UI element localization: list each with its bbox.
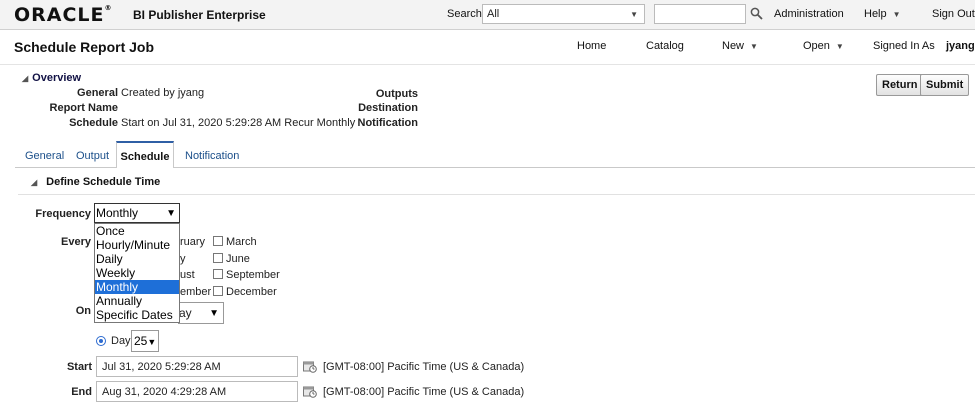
outputs-label: Outputs: [375, 88, 418, 100]
calendar-icon[interactable]: [303, 385, 317, 398]
chevron-down-icon: ▼: [209, 308, 219, 319]
month-june[interactable]: June: [213, 253, 250, 265]
every-label: Every: [61, 236, 91, 248]
help-label: Help: [864, 8, 887, 20]
on-label: On: [75, 305, 91, 317]
define-schedule-heading[interactable]: ◢ Define Schedule Time: [31, 176, 160, 188]
frequency-value: Monthly: [96, 206, 139, 220]
tab-schedule[interactable]: Schedule: [116, 141, 174, 168]
start-datetime-input[interactable]: Jul 31, 2020 5:29:28 AM: [96, 356, 298, 377]
month-may-label: y: [180, 253, 186, 265]
month-november-label: ember: [180, 286, 212, 298]
nav-home[interactable]: Home: [577, 40, 606, 52]
submit-button[interactable]: Submit: [920, 74, 970, 96]
return-button[interactable]: Return: [876, 74, 924, 96]
nav-open[interactable]: Open ▼: [803, 40, 844, 52]
month-august-label: ust: [180, 269, 195, 281]
signed-in-label: Signed In As: [873, 40, 935, 52]
frequency-label: Frequency: [35, 208, 91, 220]
on-day-select[interactable]: ay ▼: [178, 302, 224, 324]
chevron-down-icon: ▼: [835, 42, 844, 51]
month-march[interactable]: March: [213, 236, 257, 248]
month-december-label: December: [226, 286, 277, 298]
start-label: Start: [66, 361, 92, 373]
chevron-down-icon: ▼: [147, 337, 157, 347]
schedule-value: Start on Jul 31, 2020 5:29:28 AM Recur M…: [121, 117, 356, 129]
day-value: 25: [134, 334, 148, 348]
day-radio[interactable]: [96, 336, 106, 346]
page-title: Schedule Report Job: [14, 39, 155, 55]
notification-label: Notification: [357, 117, 419, 129]
frequency-option-annually[interactable]: Annually: [95, 294, 179, 308]
frequency-option-monthly[interactable]: Monthly: [95, 280, 179, 294]
help-menu[interactable]: Help ▼: [864, 8, 901, 20]
tab-output[interactable]: Output: [76, 150, 109, 162]
general-value: Created by jyang: [121, 87, 205, 99]
frequency-option-once[interactable]: Once: [95, 224, 179, 238]
search-icon[interactable]: [750, 7, 763, 23]
search-label: Search: [447, 8, 482, 20]
search-input[interactable]: [654, 4, 746, 24]
overview-heading: Overview: [32, 72, 82, 84]
nav-open-label: Open: [803, 40, 830, 52]
collapse-triangle-icon: ◢: [22, 74, 29, 83]
administration-link[interactable]: Administration: [774, 8, 844, 20]
chevron-down-icon: ▼: [166, 208, 176, 219]
header-divider: [0, 64, 975, 65]
chevron-down-icon: ▼: [630, 10, 638, 19]
end-datetime-input[interactable]: Aug 31, 2020 4:29:28 AM: [96, 381, 298, 402]
oracle-logo: ORACLE®: [14, 4, 113, 26]
general-label: General: [77, 87, 118, 99]
frequency-option-daily[interactable]: Daily: [95, 252, 179, 266]
frequency-option-weekly[interactable]: Weekly: [95, 266, 179, 280]
destination-label: Destination: [358, 102, 418, 114]
start-timezone: [GMT-08:00] Pacific Time (US & Canada): [323, 361, 525, 373]
overview-toggle[interactable]: ◢ Overview: [22, 72, 81, 84]
search-scope-select[interactable]: All ▼: [482, 4, 645, 24]
day-label: Day: [111, 335, 131, 347]
calendar-icon[interactable]: [303, 360, 317, 373]
tab-notification[interactable]: Notification: [185, 150, 239, 162]
nav-new-label: New: [722, 40, 745, 52]
checkbox[interactable]: [213, 253, 223, 263]
define-schedule-title: Define Schedule Time: [46, 176, 161, 188]
end-label: End: [71, 386, 92, 398]
nav-new[interactable]: New ▼: [722, 40, 758, 52]
frequency-option-specific-dates[interactable]: Specific Dates: [95, 308, 179, 322]
search-scope-value: All: [487, 8, 500, 20]
collapse-triangle-icon: ◢: [31, 178, 38, 187]
chevron-down-icon: ▼: [750, 42, 758, 51]
checkbox[interactable]: [213, 236, 223, 246]
tab-general[interactable]: General: [25, 150, 64, 162]
signed-in-user[interactable]: jyang: [946, 40, 975, 52]
product-name: BI Publisher Enterprise: [133, 8, 266, 22]
checkbox[interactable]: [213, 286, 223, 296]
frequency-select[interactable]: Monthly ▼: [94, 203, 180, 223]
report-name-label: Report Name: [49, 102, 118, 114]
end-timezone: [GMT-08:00] Pacific Time (US & Canada): [323, 386, 525, 398]
month-september-label: September: [226, 269, 280, 281]
nav-catalog[interactable]: Catalog: [646, 40, 684, 52]
month-june-label: June: [226, 253, 250, 265]
chevron-down-icon: ▼: [892, 10, 901, 19]
month-september[interactable]: September: [213, 269, 280, 281]
month-december[interactable]: December: [213, 286, 277, 298]
day-select[interactable]: 25▼: [131, 330, 159, 352]
frequency-option-hourly[interactable]: Hourly/Minute: [95, 238, 179, 252]
sign-out-link[interactable]: Sign Out: [932, 8, 975, 20]
frequency-dropdown: Once Hourly/Minute Daily Weekly Monthly …: [94, 223, 180, 323]
schedule-label: Schedule: [69, 117, 118, 129]
month-february-label: ruary: [180, 236, 206, 248]
checkbox[interactable]: [213, 269, 223, 279]
month-march-label: March: [226, 236, 257, 248]
on-day-value: ay: [179, 306, 192, 320]
section-divider: [18, 194, 975, 195]
